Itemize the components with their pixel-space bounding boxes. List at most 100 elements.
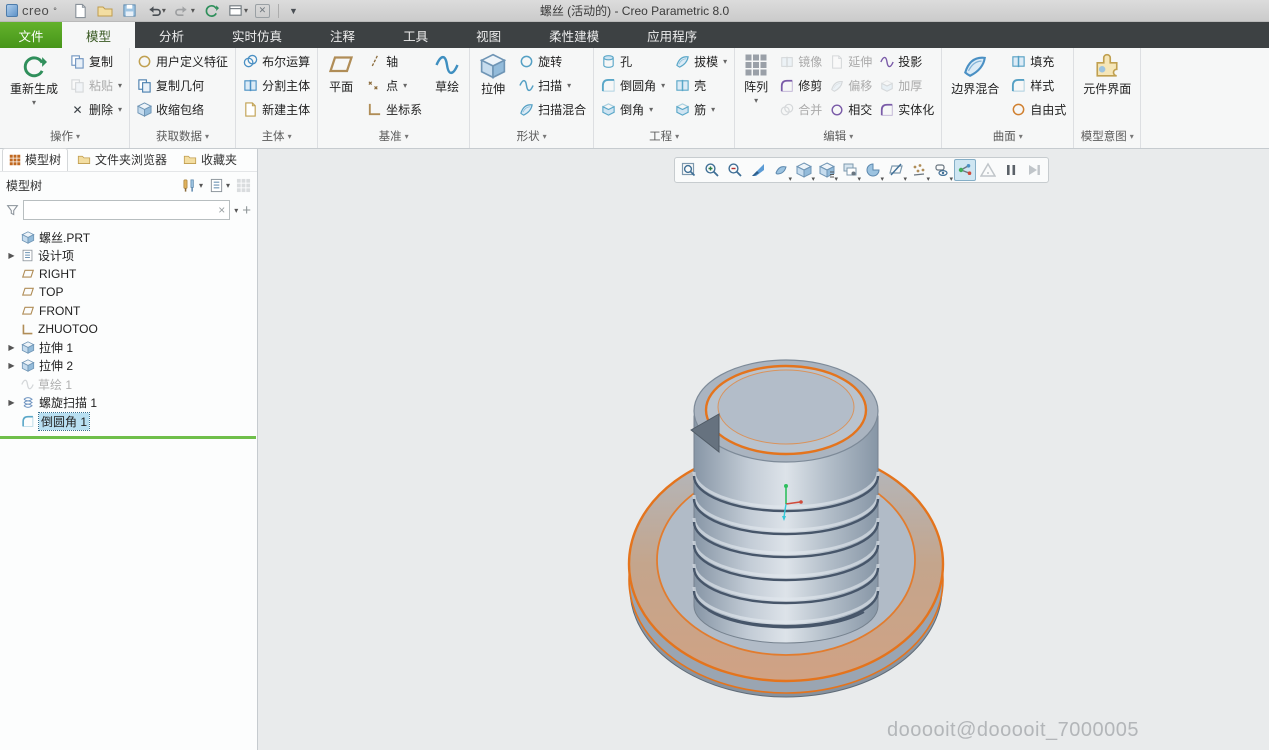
customize-qat-button[interactable]: ▼: [287, 5, 300, 17]
style-button[interactable]: 样式: [1008, 75, 1069, 96]
view-manager-button[interactable]: [839, 159, 861, 181]
tree-item-plane-right[interactable]: RIGHT: [0, 265, 257, 283]
merge-button[interactable]: 合并: [777, 99, 825, 120]
redo-button[interactable]: ▾: [173, 2, 197, 19]
datum-display-button[interactable]: [885, 159, 907, 181]
chevron-down-icon[interactable]: ▾: [191, 6, 195, 15]
zoom-out-button[interactable]: [724, 159, 746, 181]
chevron-down-icon[interactable]: ▾: [244, 6, 248, 15]
revolve-button[interactable]: 旋转: [516, 51, 589, 72]
new-file-button[interactable]: [71, 2, 90, 20]
group-label-shapes[interactable]: 形状▾: [474, 125, 589, 148]
expand-arrow-icon[interactable]: ▶: [6, 361, 17, 370]
insert-here-indicator[interactable]: [0, 436, 256, 439]
draft-button[interactable]: 拔模▾: [672, 51, 730, 72]
rib-button[interactable]: 筋▾: [672, 99, 730, 120]
extend-button[interactable]: 延伸: [827, 51, 875, 72]
new-body-button[interactable]: 新建主体: [240, 99, 313, 120]
screw-3d-model[interactable]: [598, 354, 998, 704]
intersect-button[interactable]: 相交: [827, 99, 875, 120]
windows-button[interactable]: ▾: [226, 2, 250, 19]
shrinkwrap-button[interactable]: 收缩包络: [134, 99, 231, 120]
expand-arrow-icon[interactable]: ▶: [6, 251, 17, 260]
tree-tools-button[interactable]: ▾: [182, 178, 203, 193]
udf-button[interactable]: 用户定义特征: [134, 51, 231, 72]
tree-item-helical-sweep-1[interactable]: ▶ 螺旋扫描 1: [0, 394, 257, 412]
project-button[interactable]: 投影: [877, 51, 937, 72]
copy-button[interactable]: 复制: [67, 51, 125, 72]
pause-button[interactable]: [1000, 159, 1022, 181]
point-button[interactable]: 点▾: [364, 75, 425, 96]
clear-search-icon[interactable]: ×: [218, 203, 225, 217]
step-forward-button[interactable]: [1023, 159, 1045, 181]
tab-applications[interactable]: 应用程序: [623, 22, 721, 48]
tab-model[interactable]: 模型: [62, 22, 135, 48]
refit-button[interactable]: [678, 159, 700, 181]
tree-settings-button[interactable]: [236, 178, 251, 193]
group-label-datum[interactable]: 基准▾: [322, 125, 465, 148]
component-interface-button[interactable]: 元件界面: [1078, 51, 1136, 99]
chamfer-button[interactable]: 倒角▾: [598, 99, 668, 120]
hole-button[interactable]: 孔: [598, 51, 668, 72]
fill-button[interactable]: 填充: [1008, 51, 1069, 72]
undo-button[interactable]: ▾: [144, 2, 168, 19]
tree-item-coordinate-system[interactable]: ZHUOTOO: [0, 320, 257, 338]
copy-geometry-button[interactable]: 复制几何: [134, 75, 231, 96]
extrude-button[interactable]: 拉伸: [474, 51, 512, 99]
show-selected-items-button[interactable]: [954, 159, 976, 181]
regenerate-quick-button[interactable]: [202, 2, 221, 19]
tab-favorites[interactable]: 收藏夹: [176, 148, 244, 171]
expand-arrow-icon[interactable]: ▶: [6, 343, 17, 352]
paste-button[interactable]: 粘贴▾: [67, 75, 125, 96]
graphics-area[interactable]: dooooit@dooooit_7000005: [258, 149, 1269, 750]
tab-folder-browser[interactable]: 文件夹浏览器: [70, 148, 174, 171]
annotation-display-button[interactable]: [908, 159, 930, 181]
tree-item-plane-front[interactable]: FRONT: [0, 302, 257, 320]
group-label-engineering[interactable]: 工程▾: [598, 125, 730, 148]
round-button[interactable]: 倒圆角▾: [598, 75, 668, 96]
display-style-button[interactable]: [793, 159, 815, 181]
offset-button[interactable]: 偏移: [827, 75, 875, 96]
freestyle-button[interactable]: 自由式: [1008, 99, 1069, 120]
thicken-button[interactable]: 加厚: [877, 75, 937, 96]
tab-flexible-modeling[interactable]: 柔性建模: [525, 22, 623, 48]
save-button[interactable]: [120, 2, 139, 19]
sweep-button[interactable]: 扫描▾: [516, 75, 589, 96]
boundary-blend-button[interactable]: 边界混合: [946, 51, 1004, 99]
group-label-model-intent[interactable]: 模型意图▾: [1078, 125, 1136, 148]
spin-center-button[interactable]: [931, 159, 953, 181]
tab-view[interactable]: 视图: [452, 22, 525, 48]
open-file-button[interactable]: [95, 2, 115, 20]
shading-options-button[interactable]: [770, 159, 792, 181]
tree-item-design-items[interactable]: ▶ 设计项: [0, 246, 257, 264]
tab-tools[interactable]: 工具: [379, 22, 452, 48]
regenerate-button[interactable]: 重新生成 ▾: [5, 51, 63, 109]
solidify-button[interactable]: 实体化: [877, 99, 937, 120]
tree-item-part-root[interactable]: 螺丝.PRT: [0, 228, 257, 246]
group-label-editing[interactable]: 编辑▾: [739, 125, 937, 148]
delete-button[interactable]: ✕删除▾: [67, 99, 125, 120]
plane-button[interactable]: 平面: [322, 51, 360, 97]
tree-item-sketch-1[interactable]: 草绘 1: [0, 375, 257, 393]
tree-item-extrude-1[interactable]: ▶ 拉伸 1: [0, 338, 257, 356]
tab-file[interactable]: 文件: [0, 22, 62, 48]
add-filter-icon[interactable]: +: [242, 203, 251, 218]
tree-item-round-1[interactable]: 倒圆角 1: [0, 412, 257, 430]
tab-model-tree[interactable]: 模型树: [2, 148, 68, 171]
chevron-down-icon[interactable]: ▾: [162, 6, 166, 15]
axis-button[interactable]: 轴: [364, 51, 425, 72]
group-label-body[interactable]: 主体▾: [240, 125, 313, 148]
shell-button[interactable]: 壳: [672, 75, 730, 96]
group-label-surfaces[interactable]: 曲面▾: [946, 125, 1069, 148]
tab-live-simulation[interactable]: 实时仿真: [208, 22, 306, 48]
mirror-button[interactable]: 镜像: [777, 51, 825, 72]
tree-item-extrude-2[interactable]: ▶ 拉伸 2: [0, 357, 257, 375]
tree-display-options-button[interactable]: ▾: [209, 178, 230, 193]
boolean-operations-button[interactable]: 布尔运算: [240, 51, 313, 72]
tree-search-input[interactable]: [28, 203, 218, 217]
coordinate-system-button[interactable]: 坐标系: [364, 99, 425, 120]
group-label-operations[interactable]: 操作▾: [5, 125, 125, 148]
group-label-get-data[interactable]: 获取数据▾: [134, 125, 231, 148]
search-options-icon[interactable]: ▾: [234, 206, 238, 215]
section-button[interactable]: [862, 159, 884, 181]
